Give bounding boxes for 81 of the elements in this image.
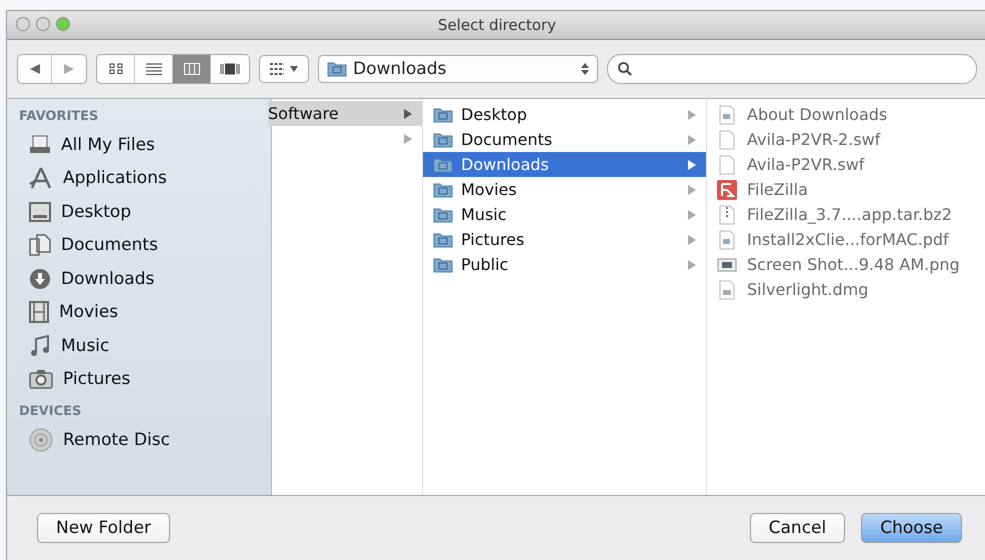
icon-view-icon [108, 63, 122, 75]
documents-icon [29, 234, 51, 256]
apps-icon [29, 167, 53, 190]
column-view-icon [184, 63, 200, 75]
sidebar-item[interactable]: Desktop [19, 195, 271, 228]
disclosure-arrow-icon[interactable] [688, 260, 696, 270]
film-icon [29, 301, 49, 324]
file-row[interactable]: Install2xClie...forMAC.pdf [707, 227, 985, 252]
folder-row[interactable]: Desktop [423, 102, 706, 127]
disclosure-arrow-icon[interactable] [688, 160, 696, 170]
archive-file-icon [719, 204, 735, 224]
disclosure-arrow-icon[interactable] [688, 110, 696, 120]
sidebar-item[interactable]: All My Files [19, 128, 271, 162]
blank-file-icon [719, 154, 735, 174]
file-row[interactable]: About Downloads [707, 102, 985, 127]
disclosure-arrow-icon[interactable] [688, 234, 696, 244]
window-title: Select directory [438, 16, 556, 34]
blank-file-icon [719, 130, 735, 150]
music-note-icon [29, 334, 51, 357]
disclosure-arrow-icon[interactable] [688, 134, 696, 144]
sidebar-heading: FAVORITES [19, 109, 100, 124]
arrange-button[interactable] [259, 55, 309, 83]
folder-icon [433, 232, 453, 248]
sidebar-item[interactable]: Movies [19, 296, 271, 329]
up-down-arrows-icon [581, 63, 589, 75]
new-folder-button[interactable]: New Folder [37, 513, 170, 543]
app-icon [717, 180, 737, 200]
file-row[interactable]: Silverlight.dmg [707, 277, 985, 302]
sidebar-item[interactable]: Remote Disc [19, 423, 271, 456]
minimize-button[interactable] [36, 17, 50, 31]
stacked-files-icon [29, 134, 51, 155]
sidebar-item[interactable]: Pictures [19, 362, 271, 396]
folder-row[interactable]: Documents [423, 127, 706, 152]
folder-row[interactable]: Public [423, 252, 706, 277]
folder-row[interactable]: Music [423, 202, 706, 227]
sidebar-item[interactable]: Music [19, 329, 271, 362]
download-icon [29, 268, 51, 290]
zoom-button[interactable] [56, 17, 70, 31]
image-file-icon [717, 258, 737, 272]
search-icon [618, 62, 632, 76]
file-row[interactable]: FileZilla [707, 177, 985, 202]
disclosure-arrow-icon[interactable] [404, 134, 412, 144]
file-row[interactable]: FileZilla_3.7....app.tar.bz2 [707, 202, 985, 227]
cover-flow-icon [220, 63, 240, 75]
disclosure-arrow-icon[interactable] [404, 108, 412, 118]
disclosure-arrow-icon[interactable] [688, 184, 696, 194]
location-popup[interactable]: Downloads [318, 55, 598, 83]
folder-row[interactable]: Software [268, 101, 422, 126]
sidebar-item[interactable]: Applications [19, 162, 271, 195]
folder-row[interactable]: Movies [423, 177, 706, 202]
disclosure-arrow-icon[interactable] [688, 210, 696, 220]
choose-button[interactable]: Choose [861, 513, 962, 543]
sidebar-item[interactable]: Downloads [19, 262, 271, 296]
file-row[interactable]: Screen Shot...9.48 AM.png [707, 252, 985, 277]
file-row[interactable]: Avila-P2VR-2.swf [707, 127, 985, 152]
desktop-icon [29, 202, 51, 222]
disk-image-icon [719, 280, 735, 300]
caret-icon [290, 66, 298, 72]
forward-arrow-icon [64, 64, 74, 74]
disc-icon [29, 428, 53, 452]
sidebar-item[interactable]: Documents [19, 228, 271, 262]
folder-row[interactable]: Pictures [423, 227, 706, 252]
folder-icon [433, 106, 453, 122]
folder-row[interactable]: Downloads [423, 152, 706, 177]
list-view-icon [146, 63, 162, 75]
grid-icon [270, 63, 284, 75]
folder-icon [433, 156, 453, 172]
folder-icon [433, 206, 453, 222]
document-icon [719, 230, 735, 250]
file-row[interactable]: Avila-P2VR.swf [707, 152, 985, 177]
cancel-button[interactable]: Cancel [750, 513, 846, 543]
folder-icon [433, 132, 453, 148]
camera-icon [29, 369, 53, 390]
sidebar-heading: DEVICES [19, 404, 82, 419]
close-button[interactable] [16, 17, 30, 31]
folder-icon [433, 256, 453, 272]
back-arrow-icon [30, 64, 40, 74]
search-field[interactable] [607, 54, 977, 84]
downloads-folder-icon [327, 61, 347, 77]
document-icon [719, 104, 735, 124]
folder-icon [433, 182, 453, 198]
